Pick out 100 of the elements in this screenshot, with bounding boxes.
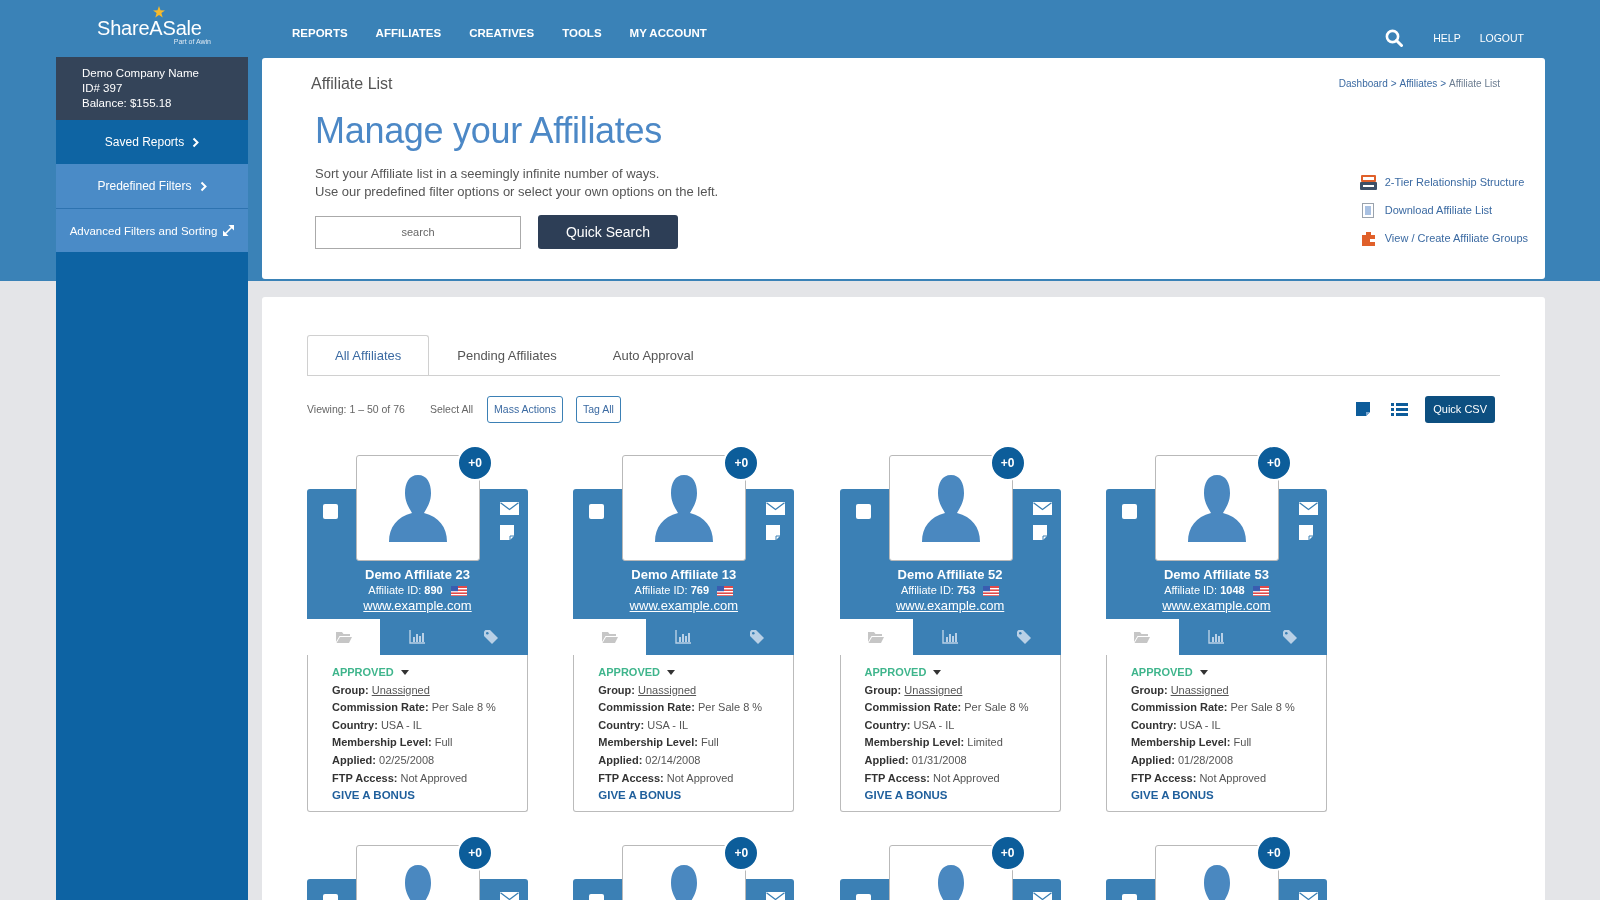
header-link[interactable]: LOGOUT [1479,31,1524,45]
folder-icon [601,631,618,643]
page-heading: Manage your Affiliates [315,109,662,153]
count-badge: +0 [989,834,1026,871]
flag-icon [450,585,467,596]
detail-line: Country: USA - IL [1130,717,1221,733]
detail-line: Group: Unassigned [864,682,963,698]
detail-line: Group: Unassigned [332,682,430,698]
tag-icon [1016,630,1031,644]
toolbar-button[interactable]: Tag All [575,395,621,423]
detail-line: Membership Level: Full [332,735,453,751]
envelope-icon[interactable] [1032,891,1052,900]
detail-line: FTP Access: Not Approved [598,770,734,786]
group-link[interactable]: Unassigned [904,683,963,696]
give-bonus-link[interactable]: GIVE A BONUS [864,787,948,805]
quick-link[interactable]: View / Create Affiliate Groups [1359,228,1528,248]
quick-search-button[interactable]: Quick Search [538,215,678,249]
avatar-silhouette-icon [921,475,980,542]
detail-line: Group: Unassigned [1130,682,1229,698]
envelope-icon[interactable] [766,891,786,900]
sidebar-item[interactable]: Predefined Filters [56,164,248,208]
affiliate-name: Demo Affiliate 23 [365,567,470,583]
logo-text[interactable]: ShareASale [97,18,202,38]
toolbar-button[interactable]: Mass Actions [487,395,563,423]
page-title: Affiliate List [311,74,393,94]
checkbox[interactable] [855,504,871,519]
tab[interactable]: Auto Approval [584,335,722,375]
breadcrumb-separator: > [1440,77,1447,91]
nav-link[interactable]: CREATIVES [469,26,535,40]
website-link[interactable]: www.example.com [1162,598,1271,614]
header-link[interactable]: HELP [1433,31,1461,45]
tag-icon [750,630,765,644]
caret-down-icon [667,670,676,676]
count-badge: +0 [723,445,760,481]
note-icon[interactable] [766,525,781,540]
detail-line: FTP Access: Not Approved [332,770,468,786]
select-all-link[interactable]: Select All [429,403,474,415]
detail-line: Commission Rate: Per Sale 8 % [598,700,763,716]
envelope-icon[interactable] [766,502,786,515]
website-link[interactable]: www.example.com [895,598,1005,614]
detail-line: Country: USA - IL [332,717,422,733]
detail-line: Applied: 01/31/2008 [864,752,967,768]
group-link[interactable]: Unassigned [1170,683,1229,696]
give-bonus-link[interactable]: GIVE A BONUS [598,787,682,805]
tray-icon [1359,174,1377,190]
affiliate-name: Demo Affiliate 52 [897,567,1003,583]
envelope-icon[interactable] [1032,502,1052,515]
envelope-icon[interactable] [1298,891,1318,900]
search-field[interactable]: search [315,215,521,249]
detail-line: FTP Access: Not Approved [1130,770,1267,786]
quick-csv-button[interactable]: Quick CSV [1425,395,1495,423]
description-text: Use our predefined filter options or select your own options on the left. [315,183,719,201]
nav-link[interactable]: REPORTS [292,26,348,40]
detail-line: Commission Rate: Per Sale 8 % [1130,700,1295,716]
nav-link[interactable]: TOOLS [562,26,602,40]
sidebar-item[interactable]: Advanced Filters and Sorting [56,208,248,252]
affiliate-id: Affiliate ID: 769 [634,583,709,598]
flag-icon [717,585,733,596]
bar-chart-icon [409,630,425,644]
breadcrumb-link[interactable]: Dashboard [1338,77,1388,91]
tab[interactable]: Pending Affiliates [429,335,585,375]
envelope-icon[interactable] [1298,502,1318,515]
chevron-right-icon [199,180,207,192]
checkbox[interactable] [589,504,605,519]
quick-link[interactable]: 2-Tier Relationship Structure [1359,172,1525,192]
checkbox[interactable] [1121,504,1137,519]
tile-view-icon[interactable] [1356,402,1371,416]
bar-chart-icon [1207,630,1224,644]
note-icon[interactable] [1298,525,1313,540]
count-badge: +0 [1255,445,1292,481]
tab[interactable]: All Affiliates [307,335,430,375]
affiliate-id: Affiliate ID: 890 [368,583,443,598]
detail-line: Group: Unassigned [598,682,697,698]
caret-down-icon [933,670,942,676]
list-view-icon[interactable] [1391,402,1409,416]
group-link[interactable]: Unassigned [638,683,697,696]
group-link[interactable]: Unassigned [371,683,430,696]
nav-link[interactable]: AFFILIATES [375,26,442,40]
website-link[interactable]: www.example.com [629,598,738,614]
checkbox[interactable] [323,504,338,519]
website-link[interactable]: www.example.com [363,598,472,614]
affiliate-id: Affiliate ID: 753 [900,583,976,598]
note-icon[interactable] [1032,525,1047,540]
envelope-icon[interactable] [500,502,519,515]
breadcrumb-link[interactable]: Affiliates [1399,77,1438,91]
affiliate-name: Demo Affiliate 53 [1163,567,1269,583]
detail-line: FTP Access: Not Approved [864,770,1000,786]
detail-line: Applied: 01/28/2008 [1130,752,1233,768]
nav-link[interactable]: MY ACCOUNT [629,26,707,40]
quick-link[interactable]: Download Affiliate List [1359,200,1493,220]
folder-icon [335,631,352,643]
bar-chart-icon [675,630,692,644]
account-id: ID# 397 [82,81,123,96]
affiliate-id: Affiliate ID: 1048 [1164,583,1245,598]
count-badge: +0 [723,834,760,871]
note-icon[interactable] [500,525,514,540]
give-bonus-link[interactable]: GIVE A BONUS [332,787,415,805]
detail-line: Commission Rate: Per Sale 8 % [864,700,1029,716]
search-icon[interactable] [1385,29,1404,47]
give-bonus-link[interactable]: GIVE A BONUS [1130,787,1214,805]
